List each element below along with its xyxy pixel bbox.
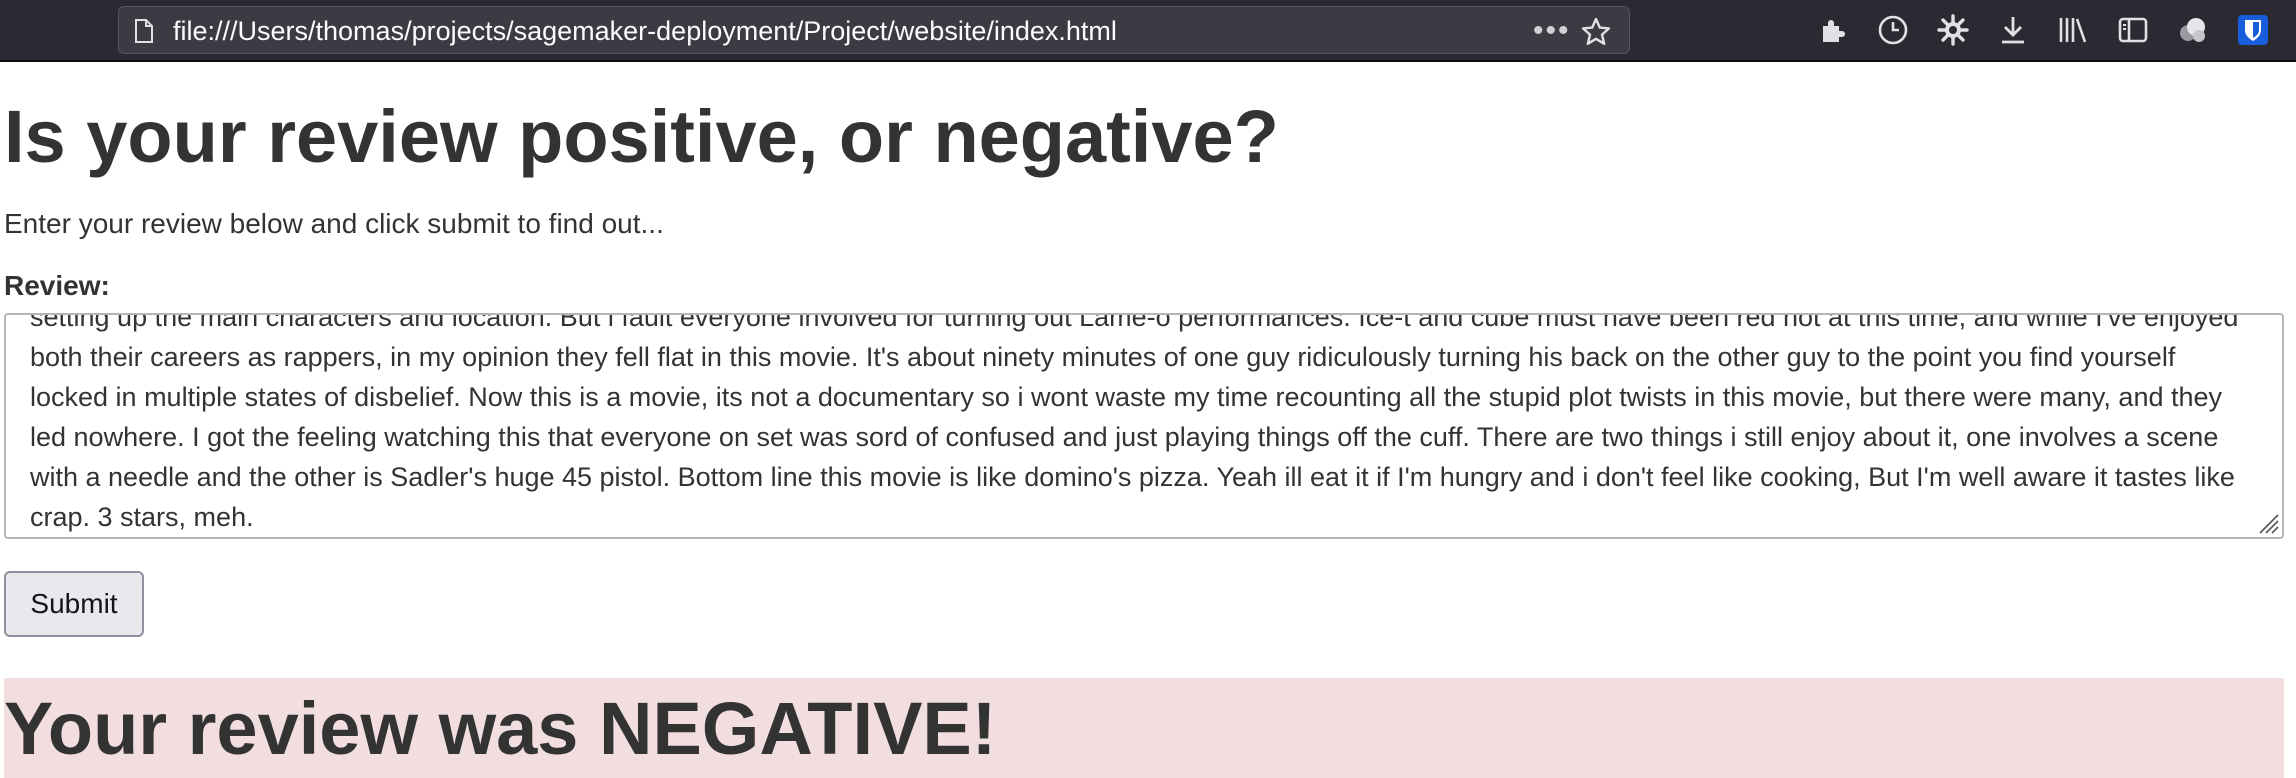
browser-toolbar: file:///Users/thomas/projects/sagemaker-…	[0, 0, 2296, 62]
resize-handle-icon[interactable]	[2256, 511, 2280, 535]
review-textarea[interactable]: setting up the main characters and locat…	[4, 313, 2284, 539]
result-text: Your review was NEGATIVE!	[4, 687, 997, 770]
page-title: Is your review positive, or negative?	[4, 95, 1279, 178]
review-text[interactable]: setting up the main characters and locat…	[30, 315, 2250, 537]
review-label: Review:	[4, 270, 110, 301]
extensions-icon[interactable]	[1817, 14, 1849, 46]
history-icon[interactable]	[1877, 14, 1909, 46]
bitwarden-icon[interactable]	[2237, 14, 2269, 46]
sidebar-icon[interactable]	[2117, 14, 2149, 46]
submit-button[interactable]: Submit	[4, 571, 144, 637]
settings-icon[interactable]	[1937, 14, 1969, 46]
account-icon[interactable]	[2177, 14, 2209, 46]
page-icon	[135, 19, 153, 43]
instructions-text: Enter your review below and click submit…	[4, 208, 664, 239]
bookmark-star-icon[interactable]	[1581, 17, 1611, 47]
downloads-icon[interactable]	[1997, 14, 2029, 46]
url-text[interactable]: file:///Users/thomas/projects/sagemaker-…	[173, 7, 1117, 55]
library-icon[interactable]	[2057, 14, 2089, 46]
page-actions-button[interactable]: •••	[1533, 11, 1571, 51]
result-banner: Your review was NEGATIVE!	[4, 678, 2284, 778]
url-bar[interactable]: file:///Users/thomas/projects/sagemaker-…	[118, 6, 1630, 54]
